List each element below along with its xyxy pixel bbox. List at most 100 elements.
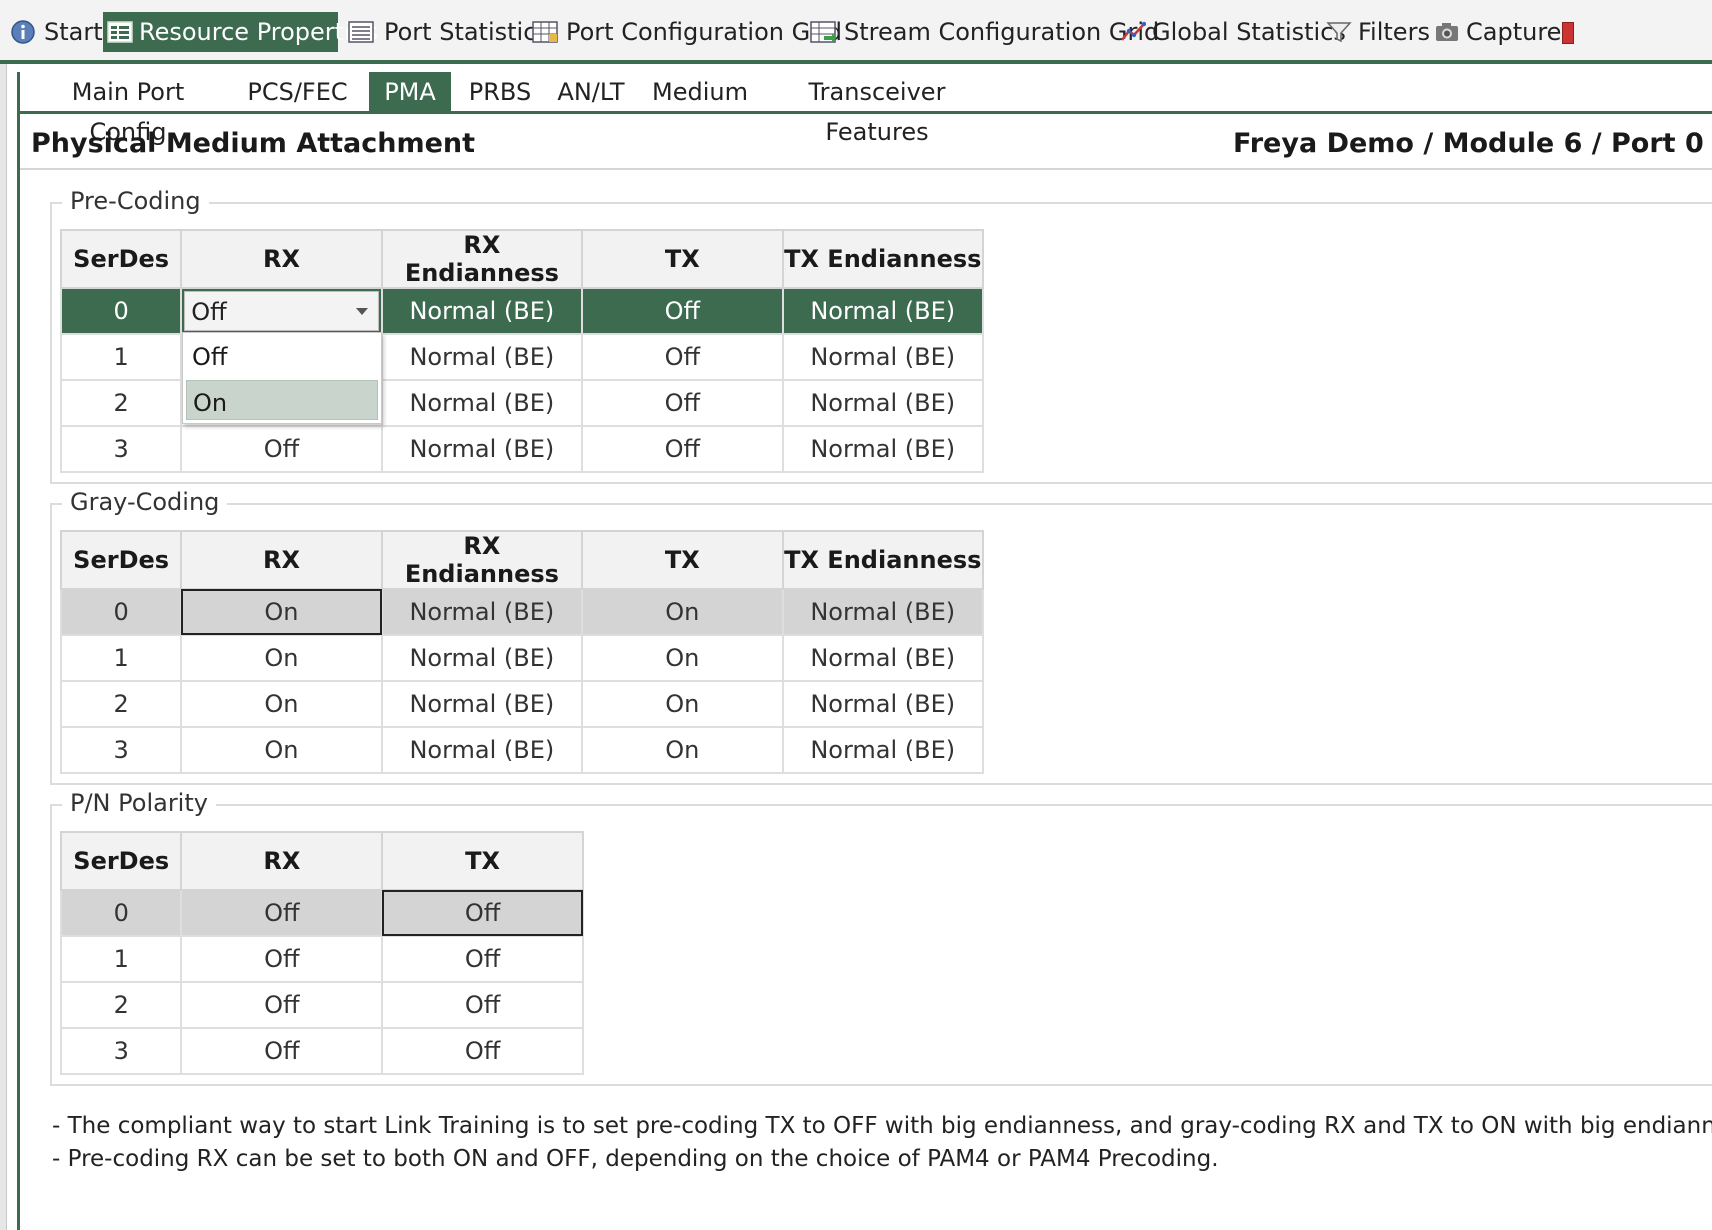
tx-endianness-cell[interactable]: Normal (BE) — [781, 634, 985, 682]
tab-medium[interactable]: Medium — [648, 72, 752, 112]
tab-pma[interactable]: PMA — [369, 72, 451, 112]
tab-main-port-config[interactable]: Main Port Config — [36, 72, 220, 146]
tab-prbs[interactable]: PRBS — [460, 72, 540, 112]
chart-line-icon — [1121, 21, 1146, 41]
serdes-cell: 2 — [59, 981, 183, 1029]
note-line: - The compliant way to start Link Traini… — [52, 1113, 1712, 1139]
rx-cell[interactable]: Off — [180, 1027, 384, 1075]
main-toolbar: Start Resource Properties Port Statistic… — [0, 0, 1712, 64]
table-row[interactable]: 3 Off Off — [59, 1027, 584, 1075]
column-header[interactable]: RX — [180, 530, 383, 590]
column-header[interactable]: TX — [581, 530, 784, 590]
table-header-row: SerDes RX TX — [59, 831, 584, 891]
tx-endianness-cell[interactable]: Normal (BE) — [781, 425, 985, 473]
table-row[interactable]: 2 Off Off — [59, 981, 584, 1029]
rx-endianness-cell[interactable]: Normal (BE) — [380, 634, 584, 682]
rx-cell[interactable]: Off — [180, 425, 383, 473]
table-row[interactable]: 1 Off Off — [59, 935, 584, 983]
rx-cell[interactable]: On — [180, 726, 383, 774]
table-header-row: SerDes RX RX Endianness TX TX Endianness — [59, 530, 985, 590]
table-row[interactable]: 3 On Normal (BE) On Normal (BE) — [59, 726, 985, 774]
rx-endianness-cell[interactable]: Normal (BE) — [380, 287, 584, 335]
toolbar-filters[interactable]: Filters — [1324, 12, 1430, 52]
tx-endianness-cell[interactable]: Normal (BE) — [781, 333, 985, 381]
rx-endianness-cell[interactable]: Normal (BE) — [380, 425, 584, 473]
note-line: - Pre-coding RX can be set to both ON an… — [52, 1146, 1219, 1172]
tx-cell[interactable]: On — [581, 726, 784, 774]
tab-an-lt[interactable]: AN/LT — [550, 72, 632, 112]
table-row[interactable]: 0 On Normal (BE) On Normal (BE) — [59, 588, 985, 636]
dropdown-option-off[interactable]: Off — [186, 335, 378, 375]
column-header[interactable]: RX — [180, 831, 384, 891]
column-header[interactable]: RX Endianness — [380, 530, 584, 590]
column-header[interactable]: SerDes — [59, 530, 183, 590]
tx-cell[interactable]: Off — [581, 425, 784, 473]
toolbar-label: Stream Configuration Grid — [844, 18, 1160, 46]
tx-cell[interactable]: On — [581, 680, 784, 728]
column-header[interactable]: TX — [581, 229, 784, 289]
rx-cell[interactable]: On — [180, 680, 383, 728]
tx-cell[interactable]: On — [581, 588, 784, 636]
toolbar-start[interactable]: Start — [6, 12, 103, 52]
toolbar-port-configuration-grid[interactable]: Port Configuration Grid — [530, 12, 842, 52]
toolbar-stream-configuration-grid[interactable]: Stream Configuration Grid — [808, 12, 1159, 52]
toolbar-resource-properties[interactable]: Resource Properties — [103, 12, 378, 52]
tx-endianness-cell[interactable]: Normal (BE) — [781, 680, 985, 728]
serdes-cell: 2 — [59, 680, 183, 728]
tx-cell[interactable]: Off — [581, 333, 784, 381]
rx-cell[interactable]: On — [180, 634, 383, 682]
rx-cell[interactable]: Off — [180, 981, 384, 1029]
tab-pcs-fec[interactable]: PCS/FEC — [240, 72, 355, 112]
rx-endianness-cell[interactable]: Normal (BE) — [380, 379, 584, 427]
grid-icon — [532, 21, 558, 43]
info-icon — [11, 20, 35, 44]
tx-cell[interactable]: Off — [581, 287, 784, 335]
table-row[interactable]: 0 Off Off — [59, 889, 584, 937]
rx-endianness-cell[interactable]: Normal (BE) — [380, 680, 584, 728]
table-row[interactable]: 2 On Normal (BE) On Normal (BE) — [59, 680, 985, 728]
rx-endianness-cell[interactable]: Normal (BE) — [380, 726, 584, 774]
toolbar-global-statistics[interactable]: Global Statistics — [1118, 12, 1346, 52]
tx-endianness-cell[interactable]: Normal (BE) — [781, 726, 985, 774]
list-icon — [348, 21, 374, 43]
properties-icon — [107, 21, 133, 43]
rx-cell[interactable]: Off — [180, 935, 384, 983]
tx-cell[interactable]: Off — [381, 889, 584, 937]
chevron-down-icon[interactable] — [355, 308, 368, 315]
tab-transceiver-features[interactable]: Transceiver Features — [762, 72, 992, 146]
tx-cell[interactable]: Off — [381, 1027, 584, 1075]
table-row[interactable]: 1 On Normal (BE) On Normal (BE) — [59, 634, 985, 682]
tx-cell[interactable]: On — [581, 634, 784, 682]
serdes-cell: 3 — [59, 1027, 183, 1075]
column-header[interactable]: TX Endianness — [781, 229, 985, 289]
column-header[interactable]: TX Endianness — [781, 530, 985, 590]
column-header[interactable]: RX Endianness — [380, 229, 584, 289]
rx-endianness-cell[interactable]: Normal (BE) — [380, 333, 584, 381]
table-row[interactable]: 3 Off Normal (BE) Off Normal (BE) — [59, 425, 985, 473]
tx-cell[interactable]: Off — [381, 935, 584, 983]
subtab-bar: Main Port Config PCS/FEC PMA PRBS AN/LT … — [17, 72, 1712, 146]
stream-grid-icon — [810, 21, 836, 43]
rx-cell[interactable]: On — [180, 588, 383, 636]
tx-endianness-cell[interactable]: Normal (BE) — [781, 588, 985, 636]
rx-cell[interactable]: Off — [180, 287, 383, 335]
left-rail — [0, 64, 7, 1230]
rx-combobox[interactable]: Off — [184, 291, 379, 331]
column-header[interactable]: SerDes — [59, 831, 183, 891]
overflow-icon[interactable] — [1562, 22, 1574, 44]
tx-cell[interactable]: Off — [381, 981, 584, 1029]
toolbar-port-statistics[interactable]: Port Statistics — [346, 12, 549, 52]
rx-cell[interactable]: Off — [180, 889, 384, 937]
table-row[interactable]: 0 Off Normal (BE) Off Normal (BE) — [59, 287, 985, 335]
tx-cell[interactable]: Off — [581, 379, 784, 427]
column-header[interactable]: SerDes — [59, 229, 183, 289]
rx-endianness-cell[interactable]: Normal (BE) — [380, 588, 584, 636]
column-header[interactable]: TX — [381, 831, 584, 891]
toolbar-capture[interactable]: Capture — [1432, 12, 1561, 52]
dropdown-option-on[interactable]: On — [186, 380, 378, 420]
column-header[interactable]: RX — [180, 229, 383, 289]
group-label: Pre-Coding — [62, 187, 209, 215]
tx-endianness-cell[interactable]: Normal (BE) — [781, 379, 985, 427]
toolbar-label: Resource Properties — [139, 18, 378, 46]
tx-endianness-cell[interactable]: Normal (BE) — [781, 287, 985, 335]
